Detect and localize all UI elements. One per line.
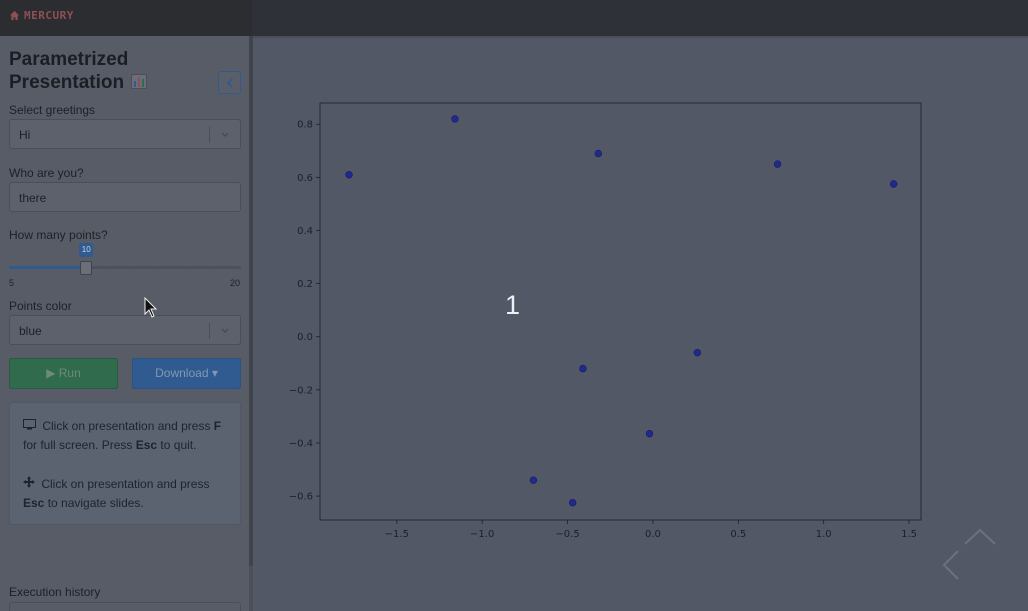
y-tick-label: −0.2 — [289, 385, 313, 396]
nav-left-arrow-icon[interactable] — [942, 549, 960, 581]
x-tick-label: 0.5 — [730, 529, 746, 540]
home-icon — [9, 10, 20, 21]
scatter-chart: −1.5 −1.0 −0.5 0.0 0.5 1.0 1.5 0.8 0.6 0.4 0.2 0.0… — [289, 102, 922, 540]
brand-area: MERCURY — [0, 0, 252, 36]
greetings-label: Select greetings — [9, 103, 96, 117]
x-axis: −1.5 −1.0 −0.5 0.0 0.5 1.0 1.5 — [385, 520, 917, 540]
plot-frame — [319, 102, 922, 521]
x-tick-label: −0.5 — [555, 529, 579, 540]
points-slider-fill — [9, 266, 87, 269]
data-point — [645, 429, 654, 438]
y-tick-label: −0.4 — [289, 438, 313, 449]
x-tick-label: −1.0 — [470, 529, 494, 540]
chevron-down-icon — [221, 132, 229, 137]
select-separator — [209, 323, 210, 339]
chevron-left-icon — [226, 78, 233, 88]
data-point — [345, 171, 353, 179]
presentation-top-border — [253, 36, 1028, 38]
brand-name: MERCURY — [24, 9, 74, 22]
data-points — [345, 115, 898, 507]
execution-history-label: Execution history — [9, 585, 101, 599]
points-slider-handle[interactable] — [80, 261, 93, 275]
who-value: there — [19, 191, 47, 205]
fullscreen-help: Click on presentation and press F for fu… — [23, 417, 233, 455]
data-point — [451, 115, 459, 123]
slide-number: 1 — [505, 290, 521, 320]
who-label: Who are you? — [9, 166, 84, 180]
navigate-help-text: Click on presentation and press — [41, 477, 210, 491]
y-tick-label: 0.2 — [297, 279, 313, 290]
x-tick-label: 1.0 — [816, 529, 832, 540]
y-tick-label: 0.4 — [297, 226, 313, 237]
fullscreen-help-text: Click on presentation and press — [42, 419, 211, 433]
select-separator — [209, 127, 210, 143]
color-value: blue — [19, 324, 42, 338]
y-tick-label: 0.0 — [297, 332, 313, 343]
color-label: Points color — [9, 299, 72, 313]
fullscreen-help-text-2: for full screen. Press — [23, 438, 133, 452]
move-arrows-icon — [23, 476, 35, 488]
data-point — [693, 348, 702, 357]
greetings-select[interactable]: Hi — [9, 119, 241, 149]
data-point — [594, 149, 603, 158]
run-button[interactable]: ▶ Run — [9, 358, 118, 389]
mouse-cursor-icon — [144, 297, 158, 318]
page-title: Parametrized Presentation — [9, 48, 209, 94]
key-esc: Esc — [135, 438, 158, 452]
points-slider-value: 10 — [79, 243, 94, 257]
x-tick-label: −1.5 — [385, 529, 409, 540]
x-tick-label: 0.0 — [645, 529, 661, 540]
chevron-down-icon — [221, 328, 229, 333]
monitor-icon — [23, 419, 36, 430]
data-point — [773, 160, 782, 168]
presentation-help-box: Click on presentation and press F for fu… — [9, 402, 241, 525]
download-button[interactable]: Download ▾ — [132, 358, 241, 389]
data-point — [579, 364, 587, 373]
page-title-text: Parametrized Presentation — [9, 49, 129, 93]
y-tick-label: 0.6 — [297, 173, 313, 184]
x-tick-label: 1.5 — [901, 529, 917, 540]
bar-chart-emoji-icon — [131, 74, 148, 89]
points-slider-min: 5 — [9, 278, 15, 288]
brand[interactable]: MERCURY — [9, 9, 74, 22]
key-f: F — [213, 419, 222, 433]
points-label: How many points? — [9, 228, 108, 242]
key-esc: Esc — [23, 496, 45, 510]
who-input[interactable]: there — [9, 182, 241, 212]
collapse-sidebar-button[interactable] — [218, 71, 241, 94]
y-tick-label: 0.8 — [297, 120, 313, 131]
color-select[interactable]: blue — [9, 315, 241, 345]
fullscreen-help-text-3: to quit. — [160, 438, 197, 452]
y-axis: 0.8 0.6 0.4 0.2 0.0 −0.2 −0.4 −0.6 — [289, 120, 320, 503]
points-slider-max: 20 — [230, 278, 241, 288]
nav-up-arrow-icon[interactable] — [963, 528, 997, 546]
data-point — [889, 180, 898, 188]
navigate-help-text-2: to navigate slides. — [47, 496, 144, 510]
navigate-help: Click on presentation and press Esc to n… — [23, 475, 233, 513]
data-point — [568, 499, 577, 507]
y-tick-label: −0.6 — [289, 492, 313, 503]
data-point — [529, 476, 538, 484]
greetings-value: Hi — [19, 128, 31, 142]
execution-history-select[interactable] — [9, 602, 241, 611]
